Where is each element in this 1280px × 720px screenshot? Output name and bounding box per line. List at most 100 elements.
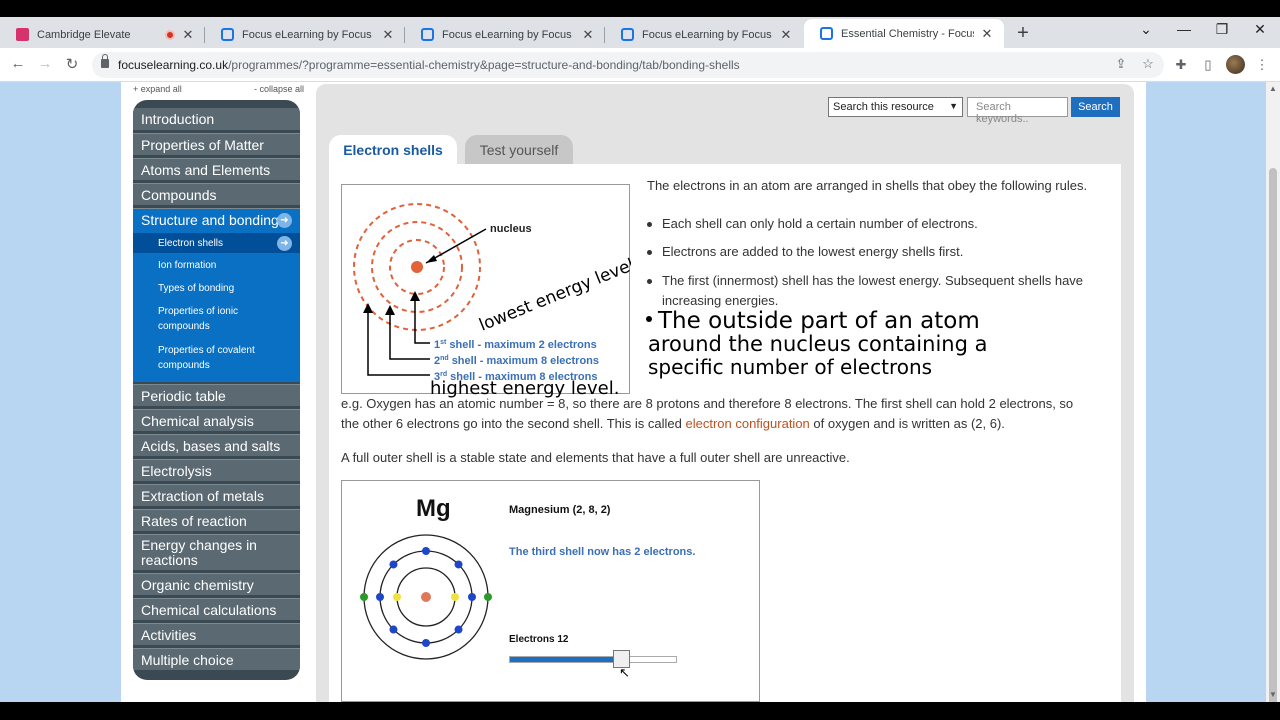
subitem-types-of-bonding[interactable]: Types of bonding <box>133 281 300 296</box>
url-text[interactable]: focuselearning.co.uk/programmes/?program… <box>118 58 740 72</box>
subitem-label: Ion formation <box>158 260 217 271</box>
subitem-properties-of-covalent-compounds[interactable]: Properties of covalent compounds <box>133 343 273 373</box>
minimize-window-button[interactable]: — <box>1172 21 1196 37</box>
browser-tab[interactable]: Cambridge Elevate ✕ <box>0 21 205 48</box>
shell1-connector <box>414 297 430 344</box>
search-keywords-input[interactable]: Search keywords.. <box>967 97 1068 125</box>
sidebar-item-rates-of-reaction[interactable]: Rates of reaction <box>133 509 300 531</box>
subitem-label: Properties of ionic compounds <box>158 306 239 332</box>
search-button[interactable]: Search <box>1071 97 1120 117</box>
electron-configuration-link[interactable]: electron configuration <box>685 416 809 431</box>
electron-dot-shell-3 <box>484 593 492 601</box>
sidebar-item-compounds[interactable]: Compounds <box>133 183 300 205</box>
handwritten-line-2: around the nucleus containing a <box>648 332 987 356</box>
example-text: the other 6 electrons go into the second… <box>341 416 682 431</box>
electron-dot-shell-2 <box>468 593 476 601</box>
rule-bullet: Each shell can only hold a certain numbe… <box>662 216 978 231</box>
intro-text: The electrons in an atom are arranged in… <box>647 178 1088 193</box>
scrollbar-thumb[interactable] <box>1269 168 1277 720</box>
sidebar-item-periodic-table[interactable]: Periodic table <box>133 384 300 406</box>
bookmark-star-icon[interactable]: ☆ <box>1139 56 1157 72</box>
scroll-down-arrow-icon[interactable]: ▼ <box>1269 690 1277 699</box>
vertical-scrollbar[interactable]: ▲ ▼ <box>1266 82 1280 720</box>
subitem-properties-of-ionic-compounds[interactable]: Properties of ionic compounds <box>133 304 253 334</box>
shell3-connector <box>367 309 430 376</box>
example-text: of oxygen and is written as (2, 6). <box>813 416 1005 431</box>
electron-slider-track[interactable] <box>509 656 677 663</box>
browser-tab[interactable]: Focus eLearning by Focus Educat ✕ <box>405 21 605 48</box>
profile-avatar[interactable] <box>1226 55 1245 74</box>
arrow-right-icon: ➜ <box>277 213 292 228</box>
browser-toolbar: ← → ↻ focuselearning.co.uk/programmes/?p… <box>0 48 1280 82</box>
shell1-label: 1st shell - maximum 2 electrons <box>434 339 597 351</box>
url-path: /programmes/?programme=essential-chemist… <box>228 58 740 72</box>
taskbar-strip <box>0 702 1280 720</box>
close-tab-icon[interactable]: ✕ <box>581 27 595 43</box>
tab-title: Focus eLearning by Focus Educat <box>442 28 575 41</box>
back-arrow-icon[interactable]: ← <box>8 55 28 72</box>
close-window-button[interactable]: ✕ <box>1248 21 1272 38</box>
side-panel-icon[interactable]: ▯ <box>1199 57 1217 73</box>
close-tab-icon[interactable]: ✕ <box>779 27 793 43</box>
collapse-all-link[interactable]: - collapse all <box>254 84 304 94</box>
forward-arrow-icon[interactable]: → <box>35 55 55 72</box>
sidebar-item-chemical-analysis[interactable]: Chemical analysis <box>133 409 300 431</box>
browser-tab-active[interactable]: Essential Chemistry - Focus eLea ✕ <box>804 19 1004 48</box>
sidebar-item-activities[interactable]: Activities <box>133 623 300 645</box>
browser-menu-icon[interactable]: ⋮ <box>1253 57 1271 73</box>
sidebar-item-organic-chemistry[interactable]: Organic chemistry <box>133 573 300 595</box>
scroll-up-arrow-icon[interactable]: ▲ <box>1269 84 1277 93</box>
sidebar-item-acids-bases-and-salts[interactable]: Acids, bases and salts <box>133 434 300 456</box>
search-scope-value: Search this resource <box>833 101 934 113</box>
sidebar-item-label: Energy changes in reactions <box>141 537 257 568</box>
bullet-dot <box>647 279 652 284</box>
share-icon[interactable]: ⇪ <box>1112 56 1130 72</box>
sidebar-item-structure-and-bonding[interactable]: Structure and bonding ➜ <box>133 208 300 230</box>
sidebar-item-introduction[interactable]: Introduction <box>133 108 300 130</box>
rule-bullet: The first (innermost) shell has the lowe… <box>662 273 1084 288</box>
sidebar-item-chemical-calculations[interactable]: Chemical calculations <box>133 598 300 620</box>
shells-diagram-svg: nucleus 1st shell - maximum 2 electrons 2… <box>353 203 642 383</box>
focus-elearning-favicon-icon <box>621 28 634 41</box>
expand-all-link[interactable]: + expand all <box>133 84 182 94</box>
sidebar-item-label: Properties of Matter <box>141 137 264 153</box>
oxygen-example-line-2: the other 6 electrons go into the second… <box>341 414 1005 434</box>
shell3-arrowhead <box>363 303 373 313</box>
reload-icon[interactable]: ↻ <box>62 55 82 73</box>
tab-test-yourself[interactable]: Test yourself <box>465 135 573 165</box>
tab-title: Focus eLearning by Focus Educat <box>642 28 773 41</box>
browser-tab-strip: Cambridge Elevate ✕ Focus eLearning by F… <box>0 0 1280 48</box>
electron-slider-fill <box>510 657 621 662</box>
browser-tab[interactable]: Focus eLearning by Focus Educat ✕ <box>605 21 803 48</box>
url-host: focuselearning.co.uk <box>118 58 229 72</box>
restore-window-button[interactable]: ❐ <box>1210 21 1234 38</box>
subitem-electron-shells[interactable]: Electron shells ➜ <box>133 233 300 253</box>
address-bar[interactable]: focuselearning.co.uk/programmes/?program… <box>92 52 1164 78</box>
close-tab-icon[interactable]: ✕ <box>381 27 395 43</box>
electron-dot-shell-2 <box>422 639 430 647</box>
tab-electron-shells[interactable]: Electron shells <box>329 135 457 165</box>
sidebar-item-energy-changes[interactable]: Energy changes in reactions <box>133 534 300 570</box>
sidebar-item-electrolysis[interactable]: Electrolysis <box>133 459 300 481</box>
sidebar-item-label: Organic chemistry <box>141 577 254 593</box>
search-scope-select[interactable]: Search this resource ▼ <box>828 97 963 117</box>
new-tab-button[interactable]: + <box>1013 22 1033 45</box>
subitem-ion-formation[interactable]: Ion formation <box>133 258 300 273</box>
sidebar-item-label: Periodic table <box>141 388 226 404</box>
electron-dot-shell-2 <box>454 625 463 634</box>
sidebar-item-properties-of-matter[interactable]: Properties of Matter <box>133 133 300 155</box>
electrons-count-label: Electrons 12 <box>509 634 569 645</box>
extensions-puzzle-icon[interactable]: ✚ <box>1172 57 1190 73</box>
close-tab-icon[interactable]: ✕ <box>181 27 195 43</box>
mouse-cursor-icon: ↖ <box>619 665 630 680</box>
electron-dot-shell-1 <box>451 593 459 601</box>
sidebar-item-extraction-of-metals[interactable]: Extraction of metals <box>133 484 300 506</box>
sidebar-item-multiple-choice[interactable]: Multiple choice <box>133 648 300 670</box>
shell-message: The third shell now has 2 electrons. <box>509 546 696 558</box>
tab-search-chevron-icon[interactable]: ⌄ <box>1134 21 1158 38</box>
handwritten-line-3: specific number of electrons <box>648 355 932 379</box>
sidebar-item-atoms-and-elements[interactable]: Atoms and Elements <box>133 158 300 180</box>
browser-tab[interactable]: Focus eLearning by Focus Educat ✕ <box>205 21 405 48</box>
oxygen-example-line-1: e.g. Oxygen has an atomic number = 8, so… <box>341 396 1074 411</box>
close-tab-icon[interactable]: ✕ <box>980 26 994 42</box>
